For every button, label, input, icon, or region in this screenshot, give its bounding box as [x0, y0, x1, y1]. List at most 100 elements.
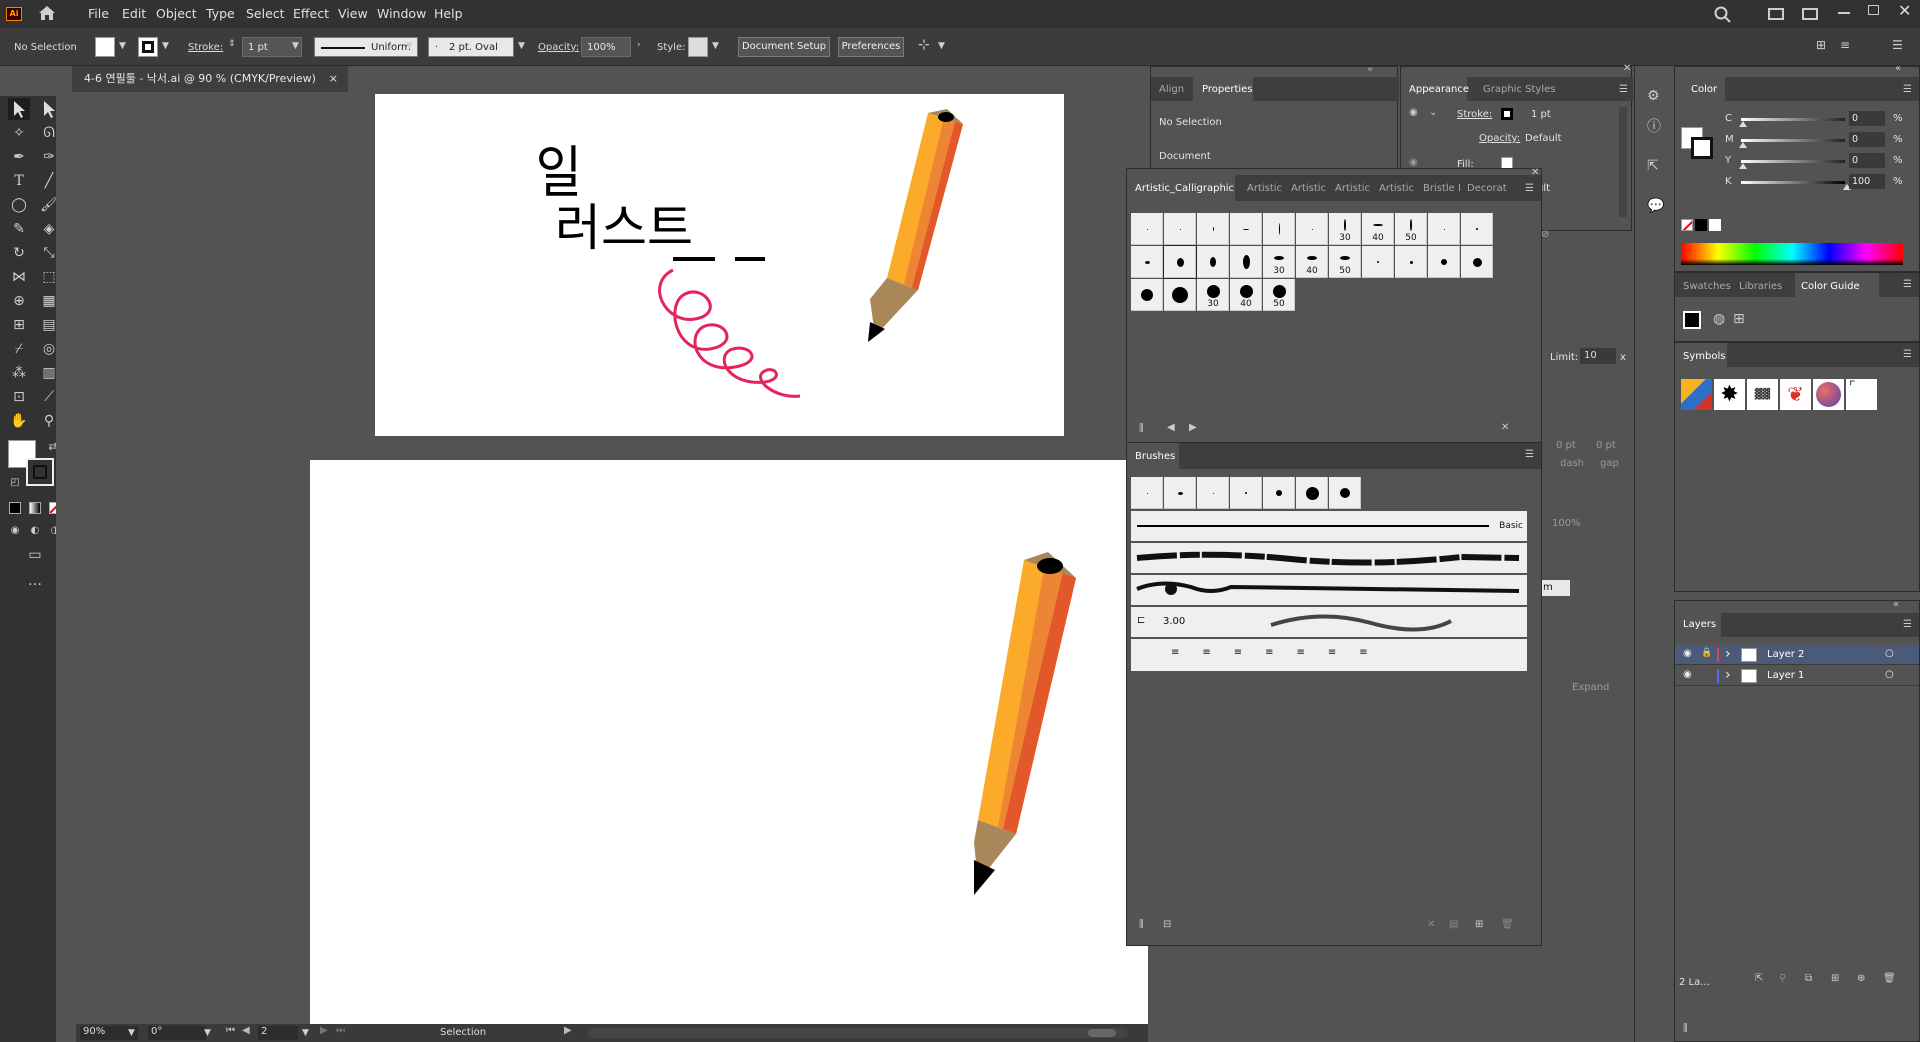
- transform-icon[interactable]: ⊹: [918, 37, 930, 53]
- black-swatch[interactable]: [1695, 219, 1707, 231]
- spectrum-bar[interactable]: [1681, 243, 1903, 265]
- color-wheel-icon[interactable]: ◍: [1713, 311, 1725, 327]
- chevron-down-icon[interactable]: ▼: [302, 1028, 309, 1038]
- white-swatch[interactable]: [1709, 219, 1721, 231]
- brush-cell[interactable]: [1197, 246, 1229, 278]
- brush-cell[interactable]: [1164, 279, 1196, 311]
- vertical-scrollbar[interactable]: [1619, 107, 1627, 217]
- panel-menu-icon[interactable]: ☰: [1903, 84, 1912, 95]
- workspace-icon[interactable]: [1768, 8, 1784, 20]
- chevron-down-icon[interactable]: ▼: [712, 41, 719, 51]
- tab-swatches[interactable]: Swatches: [1683, 281, 1731, 292]
- next-artboard-icon[interactable]: ▶: [320, 1025, 328, 1036]
- border-brush-row[interactable]: ≡≡≡≡≡≡≡: [1131, 639, 1527, 671]
- status-menu-icon[interactable]: ▶: [564, 1025, 572, 1036]
- default-colors-icon[interactable]: ◰: [4, 472, 26, 494]
- hand-tool-icon[interactable]: ✋: [8, 410, 30, 432]
- search-icon[interactable]: [1714, 6, 1732, 27]
- menu-file[interactable]: File: [88, 6, 109, 21]
- chevron-down-icon[interactable]: ▼: [292, 41, 299, 51]
- menu-lines-icon[interactable]: ≡: [1840, 38, 1850, 52]
- magic-wand-tool-icon[interactable]: ✧: [8, 122, 30, 144]
- eye-icon[interactable]: ◉: [1683, 669, 1692, 680]
- remove-stroke-icon[interactable]: ✕: [1427, 919, 1435, 930]
- appearance-stroke-swatch[interactable]: [1501, 108, 1513, 120]
- next-library-icon[interactable]: ▶: [1189, 422, 1197, 433]
- tab-align[interactable]: Align: [1159, 84, 1184, 95]
- tab-artistic-2[interactable]: Artistic: [1291, 183, 1326, 194]
- symbol-frame[interactable]: ⌜: [1846, 379, 1877, 410]
- style-swatch[interactable]: [688, 37, 708, 57]
- brush-cell[interactable]: [1164, 477, 1196, 509]
- library-icon[interactable]: ⫼: [1683, 1023, 1688, 1034]
- decorative-brush-row[interactable]: [1131, 575, 1527, 605]
- rotation-field[interactable]: 0°: [148, 1026, 206, 1040]
- brush-cell[interactable]: 50: [1263, 279, 1295, 311]
- panel-menu-icon[interactable]: ☰: [1903, 349, 1912, 360]
- eyedropper-tool-icon[interactable]: ⌿: [8, 338, 30, 360]
- chevron-down-icon[interactable]: ▼: [938, 41, 945, 51]
- document-setup-button[interactable]: Document Setup: [738, 37, 830, 57]
- chevron-down-icon[interactable]: ▼: [162, 41, 169, 51]
- arrange-icon[interactable]: [1802, 8, 1818, 20]
- channel-slider[interactable]: [1741, 118, 1845, 121]
- chevron-down-icon[interactable]: ▼: [204, 1028, 211, 1038]
- brush-cell[interactable]: [1230, 246, 1262, 278]
- appearance-opacity-label[interactable]: Opacity:: [1479, 133, 1520, 144]
- chevron-down-icon[interactable]: ⌄: [1429, 107, 1437, 118]
- panel-collapse-icon[interactable]: «: [1367, 64, 1373, 75]
- menu-window[interactable]: Window: [377, 6, 426, 21]
- menu-select[interactable]: Select: [246, 6, 285, 21]
- brush-cell[interactable]: [1164, 213, 1196, 245]
- pattern-brush-row[interactable]: ⊏ 3.00: [1131, 607, 1527, 637]
- artboard-tool-icon[interactable]: ⊡: [8, 386, 30, 408]
- variable-width-profile[interactable]: Uniform: [314, 37, 418, 57]
- screen-mode-icon[interactable]: ▭: [24, 544, 46, 566]
- channel-value-field[interactable]: 0: [1849, 111, 1885, 126]
- menu-edit[interactable]: Edit: [122, 6, 146, 21]
- brush-cell[interactable]: [1131, 279, 1163, 311]
- brush-cell[interactable]: [1131, 477, 1163, 509]
- document-tab[interactable]: 4-6 연필툴 - 낙서.ai @ 90 % (CMYK/Preview) ×: [72, 66, 348, 92]
- gradient-mode-icon[interactable]: [29, 502, 41, 514]
- minimize-icon[interactable]: [1838, 12, 1850, 14]
- channel-slider[interactable]: [1741, 139, 1845, 142]
- menu-effect[interactable]: Effect: [293, 6, 329, 21]
- new-brush-icon[interactable]: ⊞: [1475, 919, 1483, 930]
- chevron-down-icon[interactable]: ▼: [406, 41, 413, 51]
- chevron-right-icon[interactable]: ›: [1725, 667, 1731, 683]
- color-stroke-indicator[interactable]: [1691, 137, 1713, 159]
- gear-icon[interactable]: ⚙: [1647, 88, 1660, 104]
- symbol-sphere[interactable]: [1813, 379, 1844, 410]
- layer-target-icon[interactable]: ○: [1885, 669, 1894, 680]
- basic-brush-row[interactable]: Basic: [1131, 511, 1527, 541]
- panel-menu-icon[interactable]: ☰: [1525, 449, 1534, 460]
- delete-icon[interactable]: 🗑: [1501, 919, 1514, 930]
- fill-swatch[interactable]: [95, 37, 115, 57]
- export-icon[interactable]: ⇱: [1755, 973, 1763, 984]
- shape-builder-tool-icon[interactable]: ⊕: [8, 290, 30, 312]
- channel-value-field[interactable]: 100: [1849, 174, 1885, 189]
- brush-cell[interactable]: [1131, 246, 1163, 278]
- no-entry-icon[interactable]: ⊘: [1541, 229, 1549, 240]
- eye-icon[interactable]: ◉: [1409, 157, 1418, 168]
- tab-libraries[interactable]: Libraries: [1739, 281, 1782, 292]
- channel-value-field[interactable]: 0: [1849, 153, 1885, 168]
- brush-cell[interactable]: 40: [1296, 246, 1328, 278]
- brush-cell[interactable]: 30: [1329, 213, 1361, 245]
- collapse-panels-icon[interactable]: «: [1895, 63, 1901, 74]
- layer-row[interactable]: ◉ 🔒 › Layer 2 ○: [1675, 645, 1919, 665]
- menu-type[interactable]: Type: [206, 6, 235, 21]
- artboard-1[interactable]: 일 러스트: [375, 94, 1064, 436]
- menu-object[interactable]: Object: [156, 6, 197, 21]
- clipping-mask-icon[interactable]: ⧉: [1805, 973, 1812, 984]
- brush-cell[interactable]: [1362, 246, 1394, 278]
- delete-layer-icon[interactable]: 🗑: [1883, 973, 1896, 984]
- symbol-cube[interactable]: [1681, 379, 1712, 410]
- last-artboard-icon[interactable]: ⏭: [336, 1025, 345, 1036]
- opacity-field[interactable]: 100%: [581, 37, 631, 57]
- tab-bristle[interactable]: Bristle I: [1423, 183, 1461, 194]
- type-tool-icon[interactable]: T: [8, 170, 30, 192]
- ellipse-tool-icon[interactable]: ◯: [8, 194, 30, 216]
- brush-cell[interactable]: [1230, 477, 1262, 509]
